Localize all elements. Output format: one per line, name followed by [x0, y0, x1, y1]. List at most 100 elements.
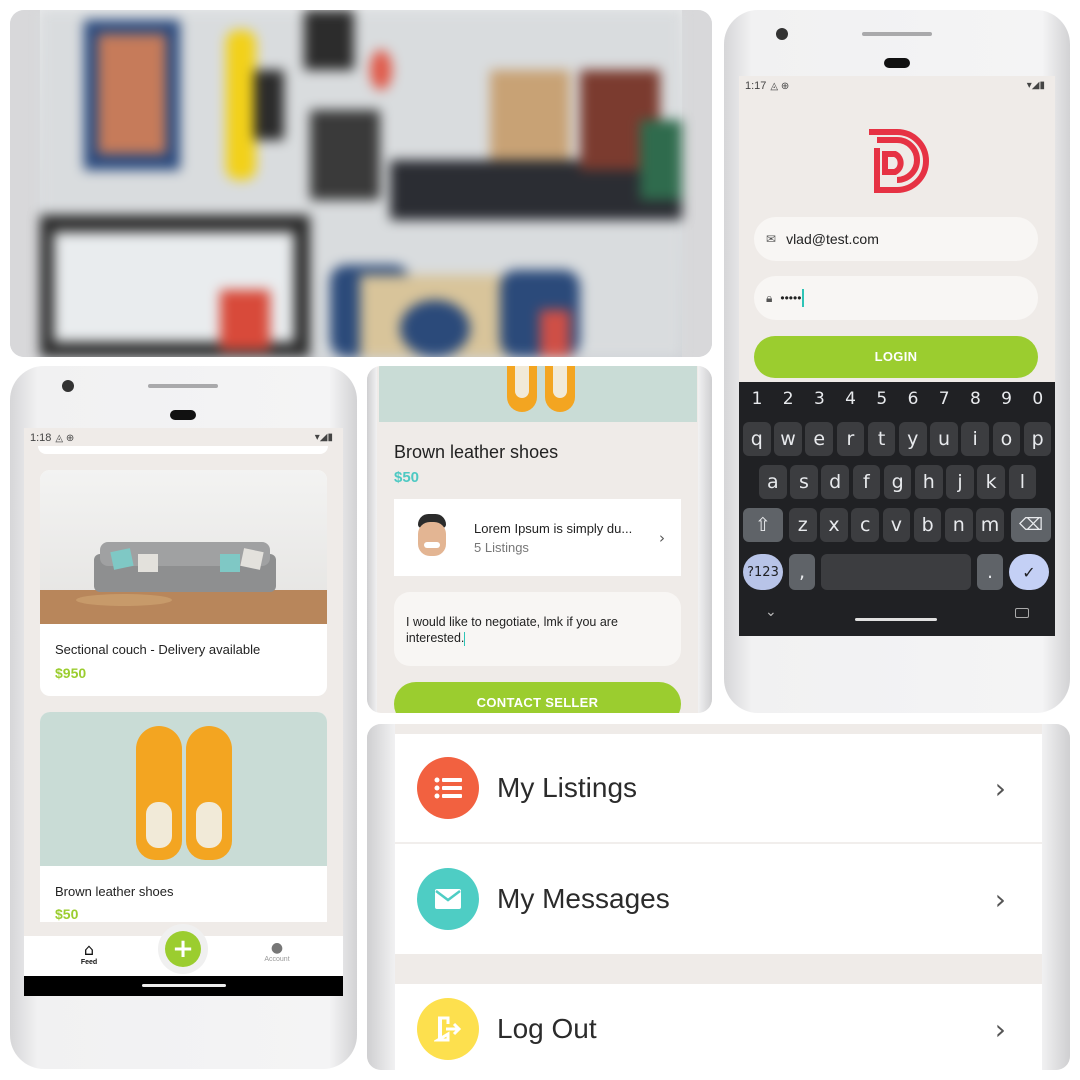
- symbols-key[interactable]: ?123: [743, 554, 783, 590]
- enter-key[interactable]: ✓: [1009, 554, 1049, 590]
- listing-card[interactable]: Brown leather shoes $50: [40, 712, 327, 922]
- number-key[interactable]: 3: [805, 384, 833, 414]
- listing-detail-screen: Brown leather shoes $50 Lorem Ipsum is s…: [367, 366, 712, 713]
- login-screen-phone: 1:17 ◬ ⊕ ▾◢▮ ✉ vlad@test.com 🔒︎ ••••• LO…: [724, 10, 1070, 713]
- shift-key[interactable]: ⇧: [743, 508, 783, 542]
- letter-key[interactable]: p: [1023, 422, 1052, 456]
- signal-battery-icons: ▾◢▮: [1026, 80, 1045, 91]
- message-text: I would like to negotiate, lmk if you ar…: [406, 615, 618, 646]
- nav-feed[interactable]: ⌂ Feed: [66, 940, 112, 966]
- listing-price: $50: [55, 906, 79, 922]
- letter-key[interactable]: u: [930, 422, 958, 456]
- letter-key[interactable]: b: [913, 508, 942, 542]
- previous-card-edge: [38, 446, 328, 454]
- feed-screen: 1:18 ◬ ⊕ ▾◢▮ Sectional couch - Delivery …: [24, 428, 343, 996]
- number-key[interactable]: 4: [837, 384, 865, 414]
- listing-title: Brown leather shoes: [55, 884, 174, 899]
- letter-key[interactable]: g: [883, 465, 912, 499]
- speaker-grille: [862, 32, 932, 36]
- text-cursor: [464, 631, 466, 646]
- front-camera: [62, 380, 74, 392]
- letter-key[interactable]: q: [743, 422, 771, 456]
- menu-item-my-listings[interactable]: My Listings ›: [395, 734, 1042, 842]
- listing-card[interactable]: Sectional couch - Delivery available $95…: [40, 470, 327, 696]
- gesture-bar: [142, 984, 226, 987]
- speaker-grille: [148, 384, 218, 388]
- home-icon: ⌂: [83, 940, 95, 959]
- letter-key[interactable]: h: [915, 465, 943, 499]
- sensor: [884, 58, 910, 68]
- message-input[interactable]: I would like to negotiate, lmk if you ar…: [394, 592, 681, 666]
- listing-title: Brown leather shoes: [394, 442, 559, 462]
- contact-seller-button[interactable]: CONTACT SELLER: [394, 682, 681, 713]
- chevron-right-icon: ›: [994, 771, 1006, 805]
- seller-card[interactable]: Lorem Ipsum is simply du... 5 Listings ›: [394, 499, 681, 576]
- letter-key[interactable]: r: [836, 422, 865, 456]
- login-button[interactable]: LOGIN: [754, 336, 1038, 378]
- letter-key[interactable]: e: [805, 422, 833, 456]
- listing-title: Sectional couch - Delivery available: [55, 642, 261, 657]
- plus-icon: +: [165, 931, 201, 967]
- list-icon: [417, 757, 479, 819]
- chevron-right-icon: ›: [659, 528, 665, 547]
- status-bar: 1:18 ◬ ⊕: [30, 432, 74, 444]
- number-key[interactable]: 8: [961, 384, 989, 414]
- letter-key[interactable]: w: [774, 422, 802, 456]
- number-key[interactable]: 7: [930, 384, 958, 414]
- gesture-bar: [855, 618, 937, 621]
- logout-icon: [417, 998, 479, 1060]
- number-key[interactable]: 2: [774, 384, 802, 414]
- number-key[interactable]: 6: [899, 384, 927, 414]
- notification-icons: ◬ ⊕: [770, 80, 790, 92]
- delete-key[interactable]: ⌫: [1011, 508, 1051, 542]
- mail-icon: [417, 868, 479, 930]
- add-listing-button[interactable]: +: [158, 924, 208, 974]
- account-icon: ●: [270, 940, 284, 956]
- comma-key[interactable]: ,: [789, 554, 815, 590]
- listing-price: $950: [55, 665, 87, 681]
- status-time: 1:18: [30, 432, 52, 444]
- number-key[interactable]: 5: [868, 384, 896, 414]
- password-field[interactable]: 🔒︎ •••••: [754, 276, 1038, 320]
- hide-keyboard-icon[interactable]: ⌄: [765, 604, 777, 620]
- account-menu-screen: My Listings › My Messages › Log Out ›: [367, 724, 1070, 1070]
- number-key[interactable]: 9: [993, 384, 1021, 414]
- number-key[interactable]: 0: [1024, 384, 1052, 414]
- nav-account[interactable]: ● Account: [254, 940, 300, 963]
- letter-key[interactable]: z: [789, 508, 817, 542]
- number-key[interactable]: 1: [743, 384, 771, 414]
- letter-key[interactable]: k: [977, 465, 1005, 499]
- period-key[interactable]: .: [977, 554, 1003, 590]
- keyboard-switch-icon[interactable]: [1015, 608, 1029, 618]
- text-cursor: [802, 289, 805, 307]
- menu-item-label: Log Out: [497, 1013, 597, 1044]
- letter-key[interactable]: j: [946, 465, 974, 499]
- letter-key[interactable]: v: [882, 508, 911, 542]
- letter-key[interactable]: d: [821, 465, 849, 499]
- letter-key[interactable]: a: [759, 465, 787, 499]
- letter-key[interactable]: f: [852, 465, 881, 499]
- lock-icon: 🔒︎: [766, 290, 773, 305]
- status-time: 1:17: [745, 80, 767, 92]
- menu-item-log-out[interactable]: Log Out ›: [395, 984, 1042, 1070]
- password-value: •••••: [780, 291, 802, 305]
- letter-key[interactable]: l: [1008, 465, 1037, 499]
- space-key[interactable]: [821, 554, 971, 590]
- letter-key[interactable]: n: [945, 508, 973, 542]
- signal-battery-icons: ▾◢▮: [314, 432, 333, 443]
- seller-name: Lorem Ipsum is simply du...: [474, 520, 633, 536]
- seller-avatar: [412, 512, 452, 564]
- letter-key[interactable]: y: [899, 422, 927, 456]
- sensor: [170, 410, 196, 420]
- email-field[interactable]: ✉ vlad@test.com: [754, 217, 1038, 261]
- letter-key[interactable]: i: [961, 422, 989, 456]
- front-camera: [776, 28, 788, 40]
- letter-key[interactable]: m: [976, 508, 1004, 542]
- menu-item-my-messages[interactable]: My Messages ›: [395, 844, 1042, 954]
- letter-key[interactable]: t: [867, 422, 896, 456]
- letter-key[interactable]: c: [851, 508, 879, 542]
- letter-key[interactable]: o: [992, 422, 1021, 456]
- letter-key[interactable]: s: [790, 465, 818, 499]
- notification-icons: ◬ ⊕: [55, 432, 75, 444]
- letter-key[interactable]: x: [820, 508, 848, 542]
